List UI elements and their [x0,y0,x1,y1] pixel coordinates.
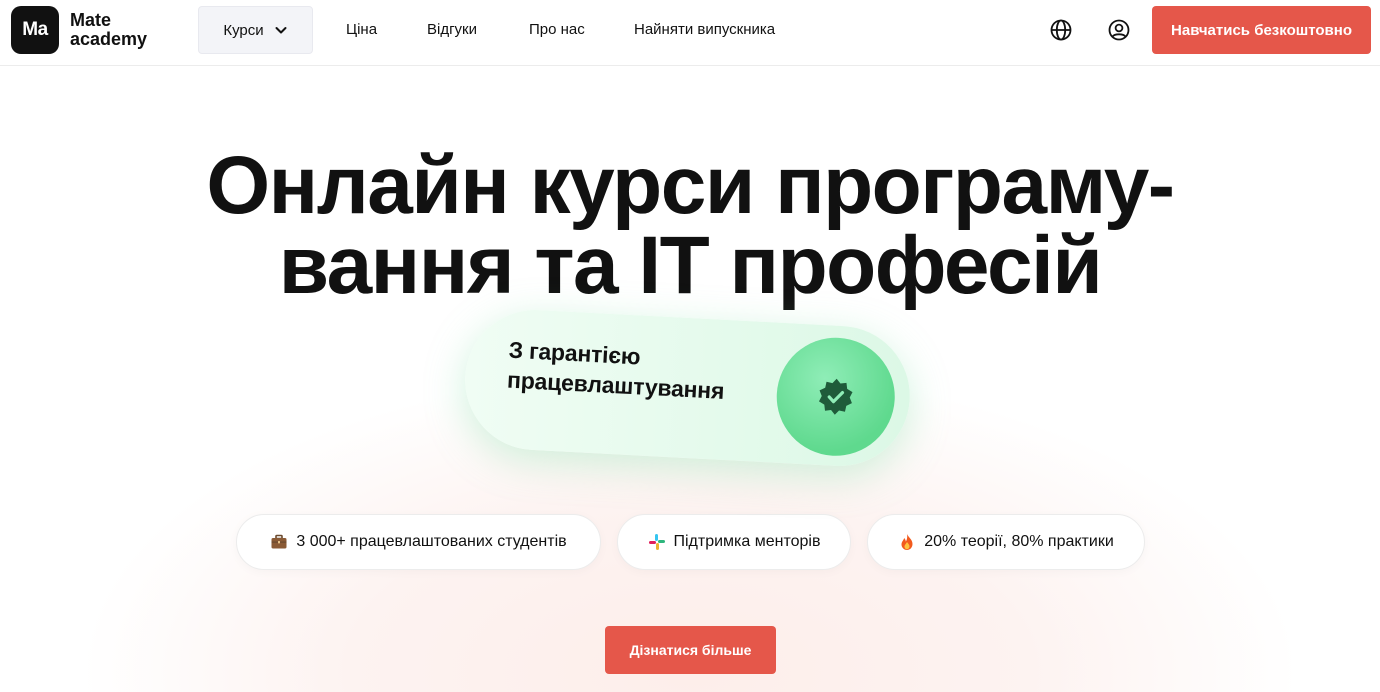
globe-icon[interactable] [1049,18,1073,42]
logo-mark: Ma [11,6,59,54]
start-free-button[interactable]: Навчатись безкоштовно [1152,6,1371,54]
nav-price[interactable]: Ціна [346,21,377,38]
fire-icon [901,534,913,550]
nav-courses-dropdown[interactable]: Курси [198,6,313,54]
feature-text: Підтримка менторів [673,533,821,550]
feature-pill-employed: 3 000+ працевлаштованих студентів [236,514,601,570]
nav-courses-label: Курси [223,21,264,39]
nav-hire-graduate[interactable]: Найняти випускника [634,21,775,38]
briefcase-icon [271,534,287,549]
feature-pill-mentors: Підтримка менторів [617,514,851,570]
chevron-down-icon [275,27,287,34]
hero-title-line1: Онлайн курси програму- [206,140,1175,231]
nav-reviews[interactable]: Відгуки [427,21,477,38]
logo-line1: Mate [70,10,112,30]
hero-title: Онлайн курси програму- вання та IT профе… [0,140,1380,311]
slack-icon [648,534,665,550]
nav-about[interactable]: Про нас [529,21,585,38]
logo-text: Mate academy [70,11,147,49]
job-guarantee-badge: З гарантією працевлаштування [461,306,914,470]
badge-text: З гарантією працевлаштування [506,335,726,406]
feature-pill-practice: 20% теорії, 80% практики [867,514,1145,570]
logo[interactable]: Ma Mate academy [11,6,147,54]
feature-text: 20% теорії, 80% практики [924,533,1114,550]
hero-title-line2: вання та IT професій [278,220,1103,311]
logo-line2: academy [70,29,148,49]
feature-text: 3 000+ працевлаштованих студентів [296,533,567,550]
verified-check-icon [818,378,853,415]
site-header: Ma Mate academy Курси Ціна Відгуки Про н… [0,0,1380,66]
learn-more-button[interactable]: Дізнатися більше [605,626,776,674]
user-icon[interactable] [1107,18,1131,42]
